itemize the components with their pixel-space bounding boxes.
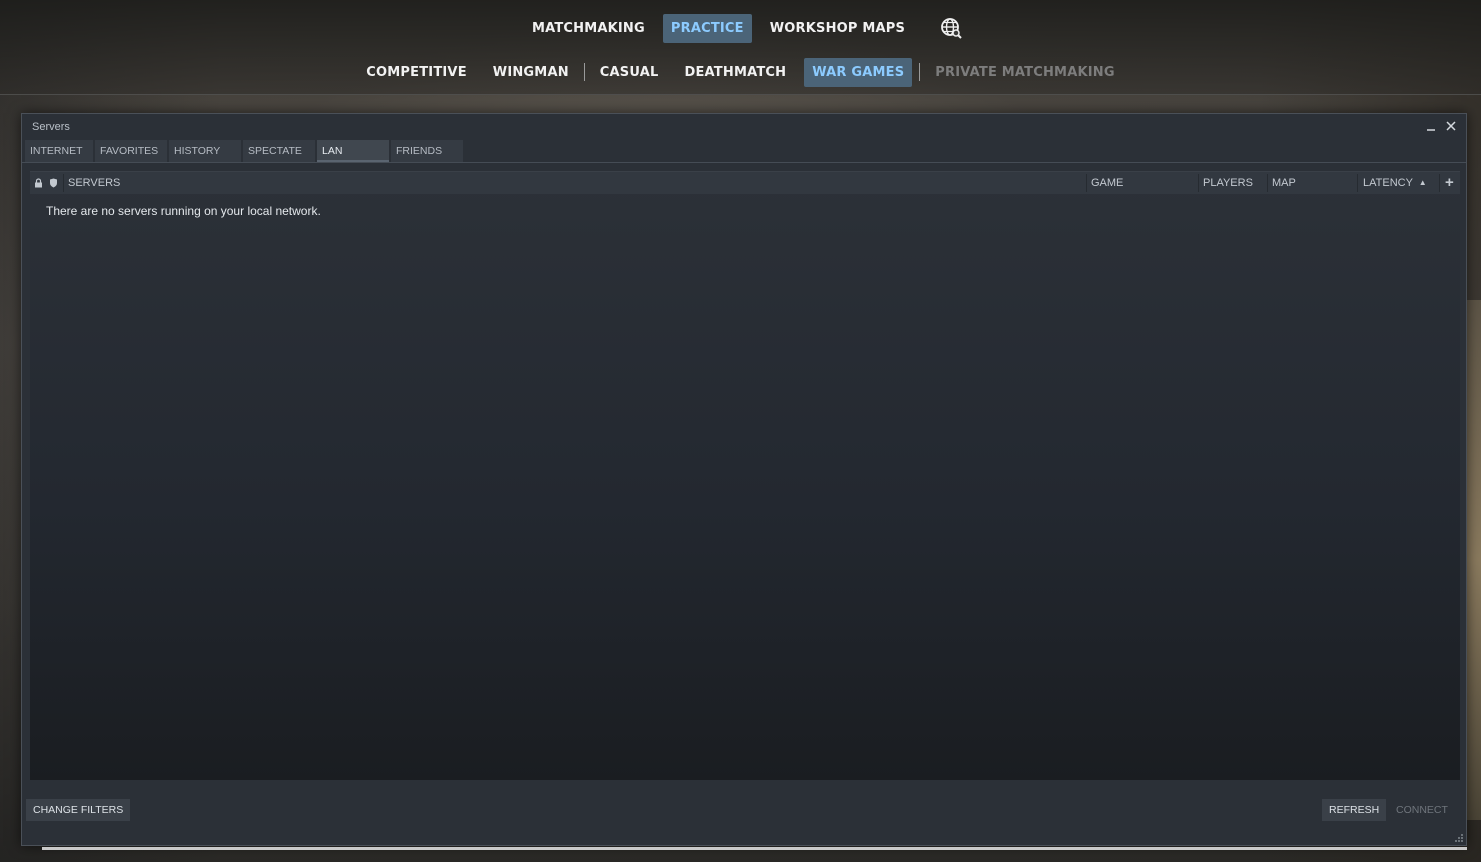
column-divider [63, 174, 64, 192]
close-icon[interactable] [1444, 119, 1458, 133]
window-bottom-edge [42, 847, 1467, 850]
nav-practice[interactable]: PRACTICE [662, 13, 752, 43]
nav-casual[interactable]: CASUAL [592, 58, 667, 87]
resize-grip-icon[interactable] [1454, 833, 1464, 843]
nav-private-matchmaking[interactable]: PRIVATE MATCHMAKING [927, 58, 1122, 87]
column-game[interactable]: GAME [1091, 172, 1123, 194]
tab-divider [22, 162, 1466, 163]
shield-icon[interactable] [49, 178, 58, 188]
tab-internet[interactable]: INTERNET [25, 140, 93, 162]
column-divider [1267, 174, 1268, 192]
add-column-button[interactable]: + [1445, 172, 1454, 194]
column-latency-label: LATENCY [1363, 177, 1413, 189]
nav-separator [583, 63, 585, 81]
secondary-nav: COMPETITIVE WINGMAN CASUAL DEATHMATCH WA… [0, 57, 1481, 87]
nav-separator [919, 63, 921, 81]
background-detail [1467, 300, 1481, 820]
window-title: Servers [32, 121, 70, 133]
top-navigation: MATCHMAKING PRACTICE WORKSHOP MAPS COMPE… [0, 0, 1481, 95]
column-divider [1357, 174, 1358, 192]
change-filters-button[interactable]: CHANGE FILTERS [26, 799, 131, 821]
nav-workshop-maps[interactable]: WORKSHOP MAPS [762, 14, 913, 43]
minimize-icon[interactable] [1424, 119, 1438, 133]
tab-lan[interactable]: LAN [317, 140, 389, 162]
column-servers[interactable]: SERVERS [68, 172, 120, 194]
column-divider [1198, 174, 1199, 192]
nav-wingman[interactable]: WINGMAN [485, 58, 577, 87]
column-players[interactable]: PLAYERS [1203, 172, 1253, 194]
servers-window: Servers INTERNET FAVORITES HISTORY SPECT… [21, 113, 1467, 846]
nav-competitive[interactable]: COMPETITIVE [358, 58, 475, 87]
column-divider [1086, 174, 1087, 192]
column-map[interactable]: MAP [1272, 172, 1296, 194]
primary-nav: MATCHMAKING PRACTICE WORKSHOP MAPS [0, 13, 1481, 43]
server-list: SERVERS GAME PLAYERS MAP LATENCY ▲ + The… [30, 171, 1460, 780]
globe-search-icon[interactable] [940, 17, 962, 39]
refresh-button[interactable]: REFRESH [1322, 799, 1387, 821]
sort-ascending-icon: ▲ [1418, 178, 1427, 187]
tab-spectate[interactable]: SPECTATE [243, 140, 315, 162]
nav-deathmatch[interactable]: DEATHMATCH [676, 58, 794, 87]
lock-icon[interactable] [34, 178, 43, 188]
server-list-header: SERVERS GAME PLAYERS MAP LATENCY ▲ + [30, 172, 1460, 194]
column-divider [1439, 174, 1440, 192]
column-latency[interactable]: LATENCY ▲ [1363, 172, 1427, 194]
server-tabs: INTERNET FAVORITES HISTORY SPECTATE LAN … [25, 140, 465, 162]
nav-war-games[interactable]: WAR GAMES [804, 57, 913, 87]
tab-history[interactable]: HISTORY [169, 140, 241, 162]
connect-button[interactable]: CONNECT [1389, 799, 1455, 821]
nav-matchmaking[interactable]: MATCHMAKING [524, 14, 653, 43]
empty-list-message: There are no servers running on your loc… [46, 204, 321, 218]
tab-friends[interactable]: FRIENDS [391, 140, 463, 162]
tab-favorites[interactable]: FAVORITES [95, 140, 167, 162]
